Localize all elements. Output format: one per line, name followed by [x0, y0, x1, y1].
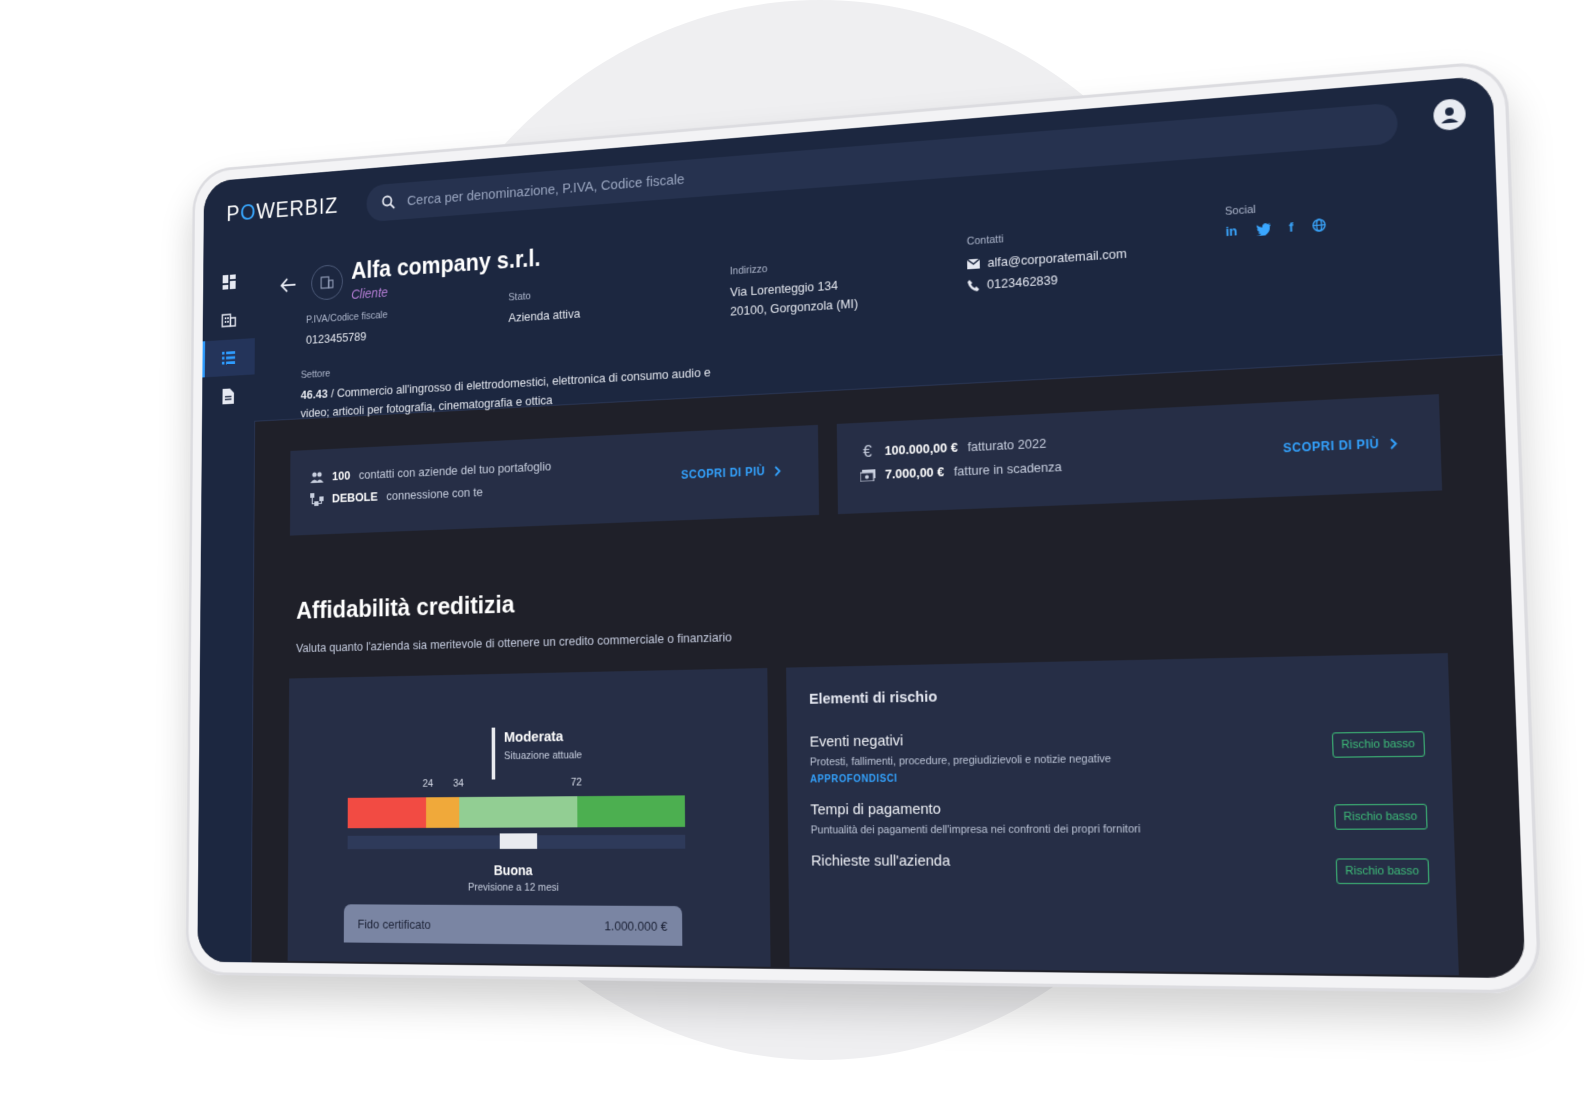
document-icon — [222, 387, 235, 404]
globe-icon[interactable] — [1312, 218, 1326, 232]
contacts-field: Contatti alfa@corporatemail.com 01234628… — [967, 225, 1128, 297]
certified-credit-line: Fido certificato 1.000.000 € — [343, 904, 683, 946]
twitter-icon[interactable] — [1255, 222, 1271, 236]
piva-value: 0123455789 — [305, 329, 367, 347]
risk-details-link[interactable]: APPROFONDISCI — [810, 768, 1426, 786]
connection-icon — [310, 493, 323, 507]
gauge-segment-light-green — [459, 796, 578, 828]
risk-item: Tempi di pagamento Puntualità dei pagame… — [810, 797, 1428, 836]
sidebar-item-list[interactable] — [202, 338, 255, 378]
risk-item: Richieste sull'azienda Rischio basso — [811, 852, 1430, 885]
back-arrow-icon[interactable] — [280, 276, 297, 293]
stato-value: Azienda attiva — [508, 306, 581, 325]
social-field: Social in f — [1225, 199, 1326, 239]
credit-score-panel: Moderata Situazione attuale 24 34 72 Buo… — [287, 668, 771, 967]
chevron-right-icon — [1390, 437, 1398, 449]
tick-label: 34 — [453, 777, 464, 790]
current-rating-sub: Situazione attuale — [504, 749, 583, 763]
sidebar-item-documents[interactable] — [202, 376, 255, 415]
phone-link[interactable]: 0123462839 — [987, 269, 1058, 295]
email-icon — [967, 258, 980, 270]
settore-code: 46.43 — [300, 386, 328, 402]
revenue-text: fatturato 2022 — [967, 435, 1047, 455]
piva-label: P.IVA/Codice fiscale — [306, 309, 388, 326]
risk-badge: Rischio basso — [1331, 731, 1426, 758]
building-icon — [221, 312, 236, 327]
euro-icon: € — [862, 441, 873, 461]
stato-field: Stato Azienda attiva — [508, 287, 580, 327]
list-icon — [221, 351, 236, 365]
address-field: Indirizzo Via Lorenteggio 134 20100, Gor… — [730, 257, 858, 321]
current-marker — [491, 727, 496, 780]
invoice-icon — [860, 469, 875, 482]
sidebar-item-companies[interactable] — [203, 300, 255, 340]
forecast-track — [347, 833, 686, 850]
linkedin-icon[interactable]: in — [1225, 223, 1237, 239]
risk-title: Elementi di rischio — [809, 688, 938, 708]
tick-label: 72 — [570, 776, 582, 789]
gauge-segment-orange — [426, 797, 460, 828]
dashboard-icon — [222, 274, 236, 290]
info-cards: 100 contatti con aziende del tuo portafo… — [289, 394, 1443, 536]
people-icon — [310, 471, 324, 484]
risk-elements-panel: Elementi di rischio Eventi negativi Prot… — [786, 653, 1459, 976]
connection-level: DEBOLE — [331, 489, 378, 506]
tick-label: 24 — [422, 778, 434, 790]
phone-icon — [967, 279, 980, 292]
app-screen: POWERBIZ Cerca per denominazione, P.IVA,… — [197, 75, 1526, 979]
fido-value: 1.000.000 € — [604, 917, 668, 934]
sidebar — [197, 247, 257, 963]
gauge-bar — [347, 795, 686, 829]
credit-section-title: Affidabilità creditizia — [296, 589, 515, 625]
main-content: Alfa company s.r.l. Cliente P.IVA/Codice… — [251, 155, 1526, 979]
risk-item: Eventi negativi Protesti, fallimenti, pr… — [810, 725, 1426, 786]
gauge-segment-green — [577, 795, 686, 828]
risk-badge: Rischio basso — [1333, 803, 1428, 830]
forecast-rating: Buona — [493, 862, 533, 879]
fido-label: Fido certificato — [357, 916, 431, 932]
user-avatar-icon[interactable] — [1432, 97, 1467, 132]
invoices-value: 7.000,00 € — [884, 464, 945, 482]
company-building-icon — [311, 263, 343, 301]
connection-text: connessione con te — [386, 484, 483, 503]
revenue-value: 100.000,00 € — [884, 439, 958, 458]
finance-card: € 100.000,00 € fatturato 2022 7.000,00 €… — [836, 394, 1443, 515]
current-rating: Moderata — [503, 728, 564, 746]
chevron-right-icon — [774, 465, 781, 476]
sidebar-item-dashboard[interactable] — [203, 262, 255, 302]
search-icon — [382, 194, 396, 210]
contacts-count: 100 — [332, 468, 351, 484]
credit-section-subtitle: Valuta quanto l'azienda sia meritevole d… — [296, 629, 732, 656]
settore-field: Settore 46.43 / Commercio all'ingrosso d… — [301, 344, 739, 423]
tablet-frame: POWERBIZ Cerca per denominazione, P.IVA,… — [185, 59, 1542, 994]
facebook-icon[interactable]: f — [1289, 219, 1294, 235]
app-logo[interactable]: POWERBIZ — [204, 193, 350, 230]
credit-gauge: Moderata Situazione attuale 24 34 72 Buo… — [347, 709, 686, 894]
gauge-segment-red — [347, 797, 427, 829]
risk-badge: Rischio basso — [1335, 858, 1430, 885]
invoices-text: fatture in scadenza — [953, 459, 1062, 479]
piva-field: P.IVA/Codice fiscale 0123455789 — [306, 309, 388, 349]
network-card: 100 contatti con aziende del tuo portafo… — [289, 424, 820, 536]
forecast-marker — [499, 833, 538, 849]
forecast-rating-sub: Previsione a 12 mesi — [467, 881, 559, 894]
